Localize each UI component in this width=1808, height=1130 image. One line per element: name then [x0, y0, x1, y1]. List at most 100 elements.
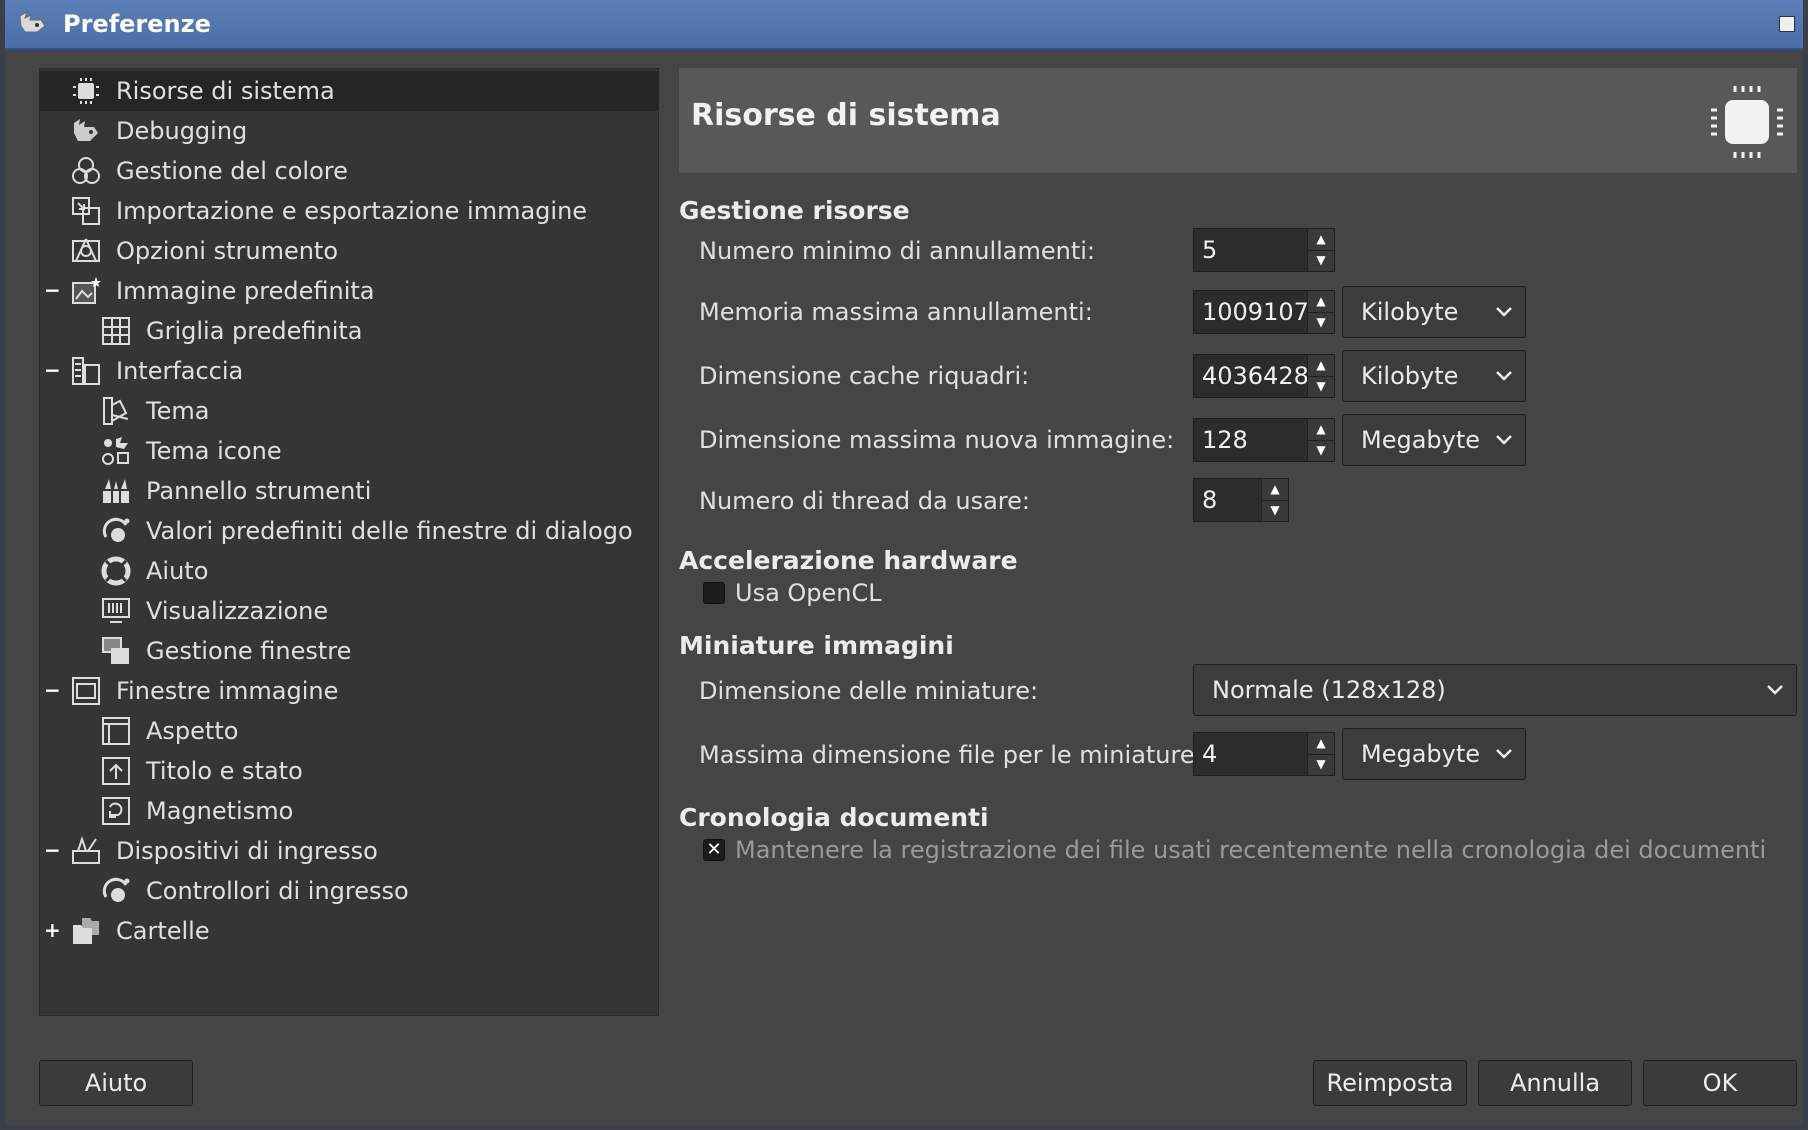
sidebar-item-pannello-strumenti[interactable]: Pannello strumenti	[40, 471, 658, 511]
sidebar-item-magnetismo[interactable]: Magnetismo	[40, 791, 658, 831]
tile-cache-input[interactable]	[1194, 355, 1308, 397]
import-export-icon	[72, 197, 100, 225]
sidebar-item-label: Magnetismo	[146, 797, 294, 825]
sidebar-item-label: Opzioni strumento	[116, 237, 339, 265]
collapse-expander[interactable]: −	[44, 680, 61, 700]
input-devices-icon	[72, 835, 100, 864]
sidebar-item-titolo-e-stato[interactable]: Titolo e stato	[40, 751, 658, 791]
snap-icon	[102, 797, 130, 825]
sidebar-item-immagine-predefinita[interactable]: − Immagine predefinita	[40, 271, 658, 311]
expand-expander[interactable]: +	[44, 920, 61, 940]
sidebar-item-aspetto[interactable]: Aspetto	[40, 711, 658, 751]
section-title-hardware: Accelerazione hardware	[679, 546, 1018, 575]
tile-cache-unit-select[interactable]: Kilobyte	[1342, 350, 1526, 402]
reset-button[interactable]: Reimposta	[1313, 1060, 1467, 1106]
sidebar-item-label: Valori predefiniti delle finestre di dia…	[146, 517, 633, 545]
spin-down-arrow-icon[interactable]: ▼	[1262, 500, 1288, 521]
sidebar-item-importazione-esportazione[interactable]: Importazione e esportazione immagine	[40, 191, 658, 231]
spin-up-arrow-icon[interactable]: ▲	[1308, 733, 1334, 755]
undo-min-spinner[interactable]: ▲ ▼	[1193, 228, 1335, 272]
sidebar-item-controllori-di-ingresso[interactable]: Controllori di ingresso	[40, 871, 658, 911]
collapse-expander[interactable]: −	[44, 360, 61, 380]
undo-mem-input[interactable]	[1194, 291, 1308, 333]
ok-button[interactable]: OK	[1643, 1060, 1797, 1106]
spin-down-arrow-icon[interactable]: ▼	[1308, 250, 1334, 271]
select-value: Megabyte	[1361, 740, 1481, 768]
help-button[interactable]: Aiuto	[39, 1060, 193, 1106]
threads-spinner[interactable]: ▲ ▼	[1193, 478, 1289, 522]
chip-icon	[73, 78, 99, 104]
preferences-category-tree[interactable]: Risorse di sistema Debugging Gestione de…	[39, 68, 659, 1016]
section-title-resources: Gestione risorse	[679, 196, 910, 225]
collapse-expander[interactable]: −	[44, 840, 61, 860]
max-image-spinner[interactable]: ▲ ▼	[1193, 418, 1335, 462]
sidebar-item-interfaccia[interactable]: − Interfaccia	[40, 351, 658, 391]
select-value: Megabyte	[1361, 426, 1481, 454]
spin-up-arrow-icon[interactable]: ▲	[1308, 355, 1334, 377]
select-value: Normale (128x128)	[1212, 676, 1446, 704]
max-image-label: Dimensione massima nuova immagine:	[699, 426, 1175, 454]
sidebar-item-label: Gestione del colore	[116, 157, 348, 185]
spin-up-arrow-icon[interactable]: ▲	[1308, 419, 1334, 441]
thumbnail-filesize-spinner[interactable]: ▲ ▼	[1193, 732, 1335, 776]
undo-min-input[interactable]	[1194, 229, 1308, 271]
sidebar-item-tema[interactable]: Tema	[40, 391, 658, 431]
max-image-input[interactable]	[1194, 419, 1308, 461]
opencl-checkbox[interactable]	[703, 582, 725, 604]
threads-label: Numero di thread da usare:	[699, 487, 1030, 515]
spin-down-arrow-icon[interactable]: ▼	[1308, 440, 1334, 461]
spin-down-arrow-icon[interactable]: ▼	[1308, 312, 1334, 333]
keep-history-checkbox[interactable]: ✕	[703, 839, 725, 861]
tile-cache-spinner[interactable]: ▲ ▼	[1193, 354, 1335, 398]
sidebar-item-gestione-del-colore[interactable]: Gestione del colore	[40, 151, 658, 191]
help-ring-icon	[101, 556, 131, 586]
undo-mem-unit-select[interactable]: Kilobyte	[1342, 286, 1526, 338]
preferences-dialog: Preferenze Risorse di sistema Debugging …	[0, 0, 1808, 1130]
threads-input[interactable]	[1194, 479, 1262, 521]
sidebar-item-opzioni-strumento[interactable]: Opzioni strumento	[40, 231, 658, 271]
sidebar-item-label: Finestre immagine	[116, 677, 339, 705]
sidebar-item-label: Cartelle	[116, 917, 210, 945]
undo-mem-label: Memoria massima annullamenti:	[699, 298, 1093, 326]
chevron-down-icon	[1496, 749, 1512, 759]
sidebar-item-risorse-di-sistema[interactable]: Risorse di sistema	[40, 71, 658, 111]
sidebar-item-finestre-immagine[interactable]: − Finestre immagine	[40, 671, 658, 711]
thumbnail-filesize-input[interactable]	[1194, 733, 1308, 775]
sidebar-item-dispositivi-di-ingresso[interactable]: − Dispositivi di ingresso	[40, 831, 658, 871]
max-image-unit-select[interactable]: Megabyte	[1342, 414, 1526, 466]
sidebar-item-gestione-finestre[interactable]: Gestione finestre	[40, 631, 658, 671]
sidebar-item-label: Griglia predefinita	[146, 317, 363, 345]
chevron-down-icon	[1496, 371, 1512, 381]
sidebar-item-tema-icone[interactable]: Tema icone	[40, 431, 658, 471]
sidebar-item-cartelle[interactable]: + Cartelle	[40, 911, 658, 951]
dial-icon	[102, 877, 130, 902]
sidebar-item-label: Pannello strumenti	[146, 477, 372, 505]
sidebar-item-griglia-predefinita[interactable]: Griglia predefinita	[40, 311, 658, 351]
spin-up-arrow-icon[interactable]: ▲	[1308, 229, 1334, 251]
sidebar-item-visualizzazione[interactable]: Visualizzazione	[40, 591, 658, 631]
title-bar: Preferenze	[5, 0, 1803, 50]
spin-up-arrow-icon[interactable]: ▲	[1308, 291, 1334, 313]
sidebar-item-valori-predefiniti-finestre[interactable]: Valori predefiniti delle finestre di dia…	[40, 511, 658, 551]
spin-down-arrow-icon[interactable]: ▼	[1308, 754, 1334, 775]
spin-arrows: ▲ ▼	[1307, 355, 1334, 397]
gimp-wilber-icon	[19, 10, 46, 33]
sidebar-item-aiuto[interactable]: Aiuto	[40, 551, 658, 591]
thumbnail-filesize-unit-select[interactable]: Megabyte	[1342, 728, 1526, 780]
undo-mem-spinner[interactable]: ▲ ▼	[1193, 290, 1335, 334]
windows-icon	[102, 637, 129, 664]
maximize-button[interactable]	[1779, 16, 1795, 32]
sidebar-item-label: Risorse di sistema	[116, 77, 335, 105]
page-title: Risorse di sistema	[691, 98, 1001, 133]
sidebar-item-debugging[interactable]: Debugging	[40, 111, 658, 151]
spin-arrows: ▲ ▼	[1307, 229, 1334, 271]
image-window-icon	[72, 677, 100, 705]
collapse-expander[interactable]: −	[44, 280, 61, 300]
thumbnail-filesize-label: Massima dimensione file per le miniature…	[699, 741, 1203, 769]
cancel-button[interactable]: Annulla	[1478, 1060, 1632, 1106]
interface-icon	[72, 357, 100, 385]
spin-up-arrow-icon[interactable]: ▲	[1262, 479, 1288, 501]
thumbnail-size-select[interactable]: Normale (128x128)	[1193, 664, 1797, 716]
color-circles-icon	[72, 157, 100, 184]
spin-down-arrow-icon[interactable]: ▼	[1308, 376, 1334, 397]
